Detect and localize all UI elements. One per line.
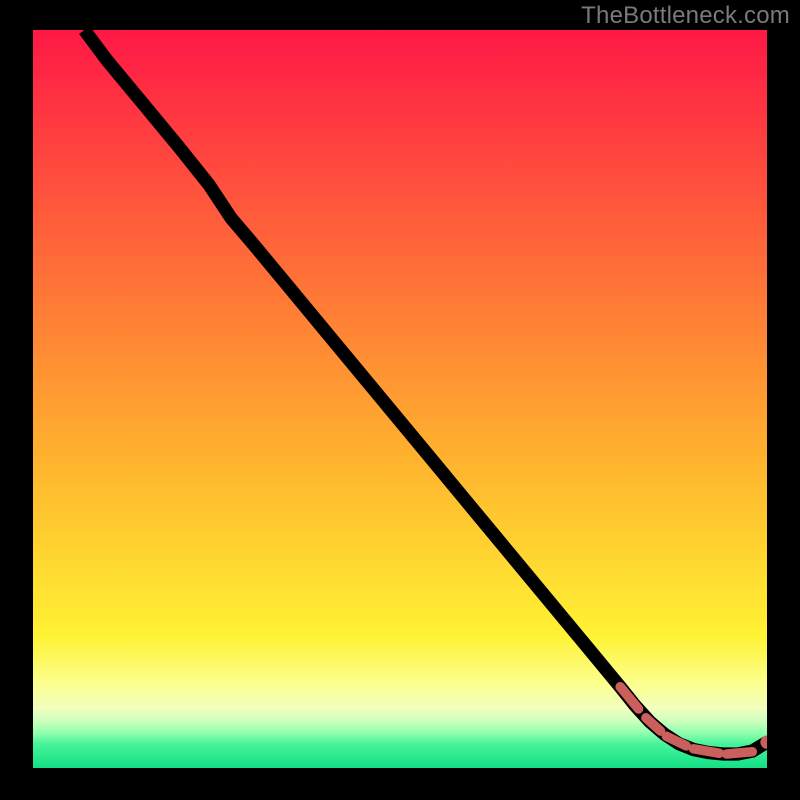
chart-frame: TheBottleneck.com [0, 0, 800, 800]
marker-segment [694, 749, 720, 753]
plot-area [33, 30, 767, 768]
marker-segment [727, 752, 753, 754]
curve-line [84, 30, 767, 754]
watermark-text: TheBottleneck.com [581, 2, 790, 30]
marker-segment [646, 718, 661, 731]
chart-svg [33, 30, 767, 768]
